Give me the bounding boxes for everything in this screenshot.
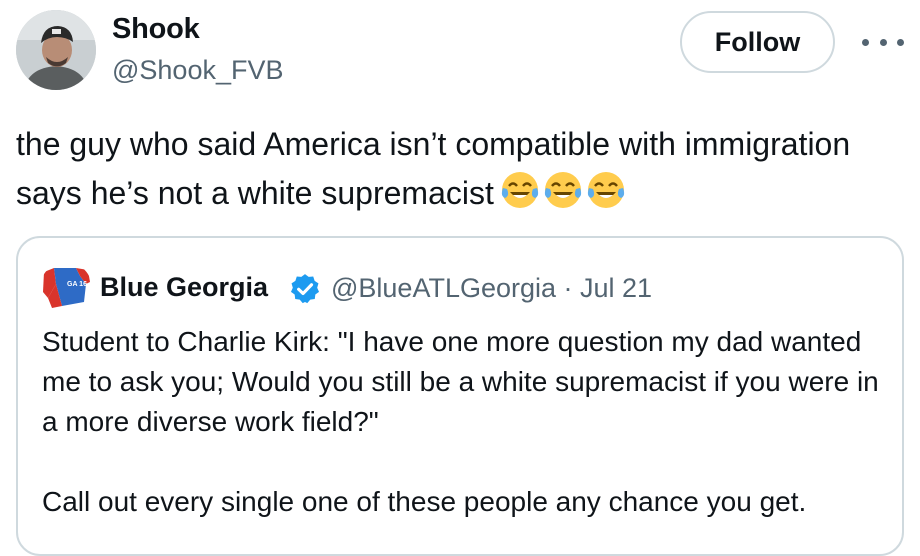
tears-of-joy-emoji-icon xyxy=(544,172,581,208)
author-avatar[interactable] xyxy=(16,10,96,90)
quoted-author-avatar[interactable]: GA 16 xyxy=(40,262,92,314)
dot xyxy=(897,38,904,46)
quoted-paragraph-1: Student to Charlie Kirk: "I have one mor… xyxy=(42,326,879,437)
quoted-author-display-name[interactable]: Blue Georgia xyxy=(100,272,268,303)
tweet-body: the guy who said America isn’t compatibl… xyxy=(16,126,851,211)
tears-of-joy-emoji-icon xyxy=(587,172,624,208)
tweet-text: the guy who said America isn’t compatibl… xyxy=(16,120,896,224)
emoji-row xyxy=(500,170,629,224)
verified-badge-icon xyxy=(290,274,320,304)
quoted-paragraph-2: Call out every single one of these peopl… xyxy=(42,486,807,517)
author-display-name[interactable]: Shook xyxy=(112,13,200,46)
quoted-handle-date[interactable]: @BlueATLGeorgia · Jul 21 xyxy=(331,273,652,304)
tears-of-joy-emoji-icon xyxy=(501,172,538,208)
more-horizontal-icon[interactable] xyxy=(862,30,904,54)
georgia-map-logo-icon: GA 16 xyxy=(40,262,92,314)
avatar-label: GA 16 xyxy=(67,281,87,288)
dot xyxy=(879,38,887,46)
avatar-photo xyxy=(16,10,96,90)
dot xyxy=(862,38,869,46)
author-handle[interactable]: @Shook_FVB xyxy=(112,55,284,86)
follow-button[interactable]: Follow xyxy=(680,11,835,73)
quoted-tweet-text: Student to Charlie Kirk: "I have one mor… xyxy=(42,322,892,522)
